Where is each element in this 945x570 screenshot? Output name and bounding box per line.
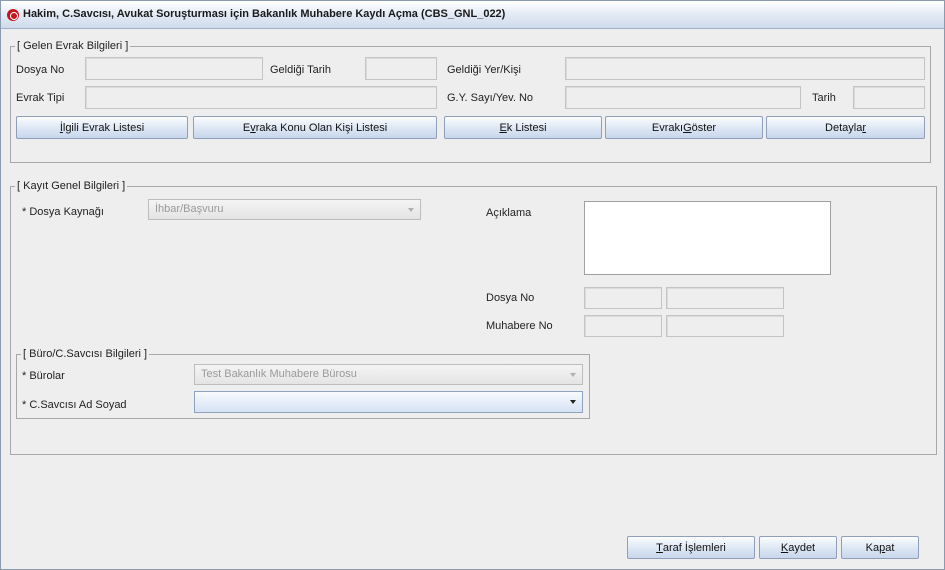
evrak-tipi-label: Evrak Tipi bbox=[16, 92, 65, 104]
tarih-field bbox=[853, 86, 925, 109]
kaydet-button[interactable]: Kaydet bbox=[759, 536, 837, 559]
kisi-listesi-label: raka Konu Olan Kişi Listesi bbox=[255, 121, 388, 134]
burolar-label: * Bürolar bbox=[22, 370, 65, 382]
savci-combo[interactable] bbox=[194, 391, 583, 413]
general-dosya-no-field-1 bbox=[584, 287, 662, 309]
ek-listesi-mnemonic: E bbox=[499, 121, 507, 134]
dosya-kaynagi-value: İhbar/Başvuru bbox=[155, 203, 224, 215]
incoming-document-group-title: [ Gelen Evrak Bilgileri ] bbox=[15, 40, 131, 52]
chevron-down-icon bbox=[408, 208, 414, 212]
muhabere-no-field-2 bbox=[666, 315, 784, 337]
taraf-mnemonic: T bbox=[656, 541, 663, 554]
geldigi-yer-field bbox=[565, 57, 925, 80]
general-dosya-no-field-2 bbox=[666, 287, 784, 309]
dosya-kaynagi-label: * Dosya Kaynağı bbox=[22, 206, 104, 218]
detaylar-label-pre: Detayla bbox=[825, 121, 863, 134]
burolar-combo[interactable]: Test Bakanlık Muhabere Bürosu bbox=[194, 364, 583, 385]
dosya-kaynagi-combo[interactable]: İhbar/Başvuru bbox=[148, 199, 421, 220]
evraki-goster-mnemonic: G bbox=[683, 121, 692, 134]
taraf-islemleri-button[interactable]: Taraf İşlemleri bbox=[627, 536, 755, 559]
kapat-label-pre: Ka bbox=[865, 541, 880, 554]
ilgili-evrak-label: lgili Evrak Listesi bbox=[62, 121, 145, 134]
chevron-down-icon bbox=[570, 400, 576, 404]
muhabere-no-field-1 bbox=[584, 315, 662, 337]
general-dosya-no-label: Dosya No bbox=[486, 292, 535, 304]
ek-listesi-label: k Listesi bbox=[506, 121, 547, 134]
burolar-value: Test Bakanlık Muhabere Bürosu bbox=[201, 368, 357, 380]
tarih-label: Tarih bbox=[812, 92, 836, 104]
evrak-tipi-field bbox=[85, 86, 437, 109]
ek-listesi-button[interactable]: Ek Listesi bbox=[444, 116, 602, 139]
chevron-down-icon bbox=[570, 373, 576, 377]
muhabere-no-label: Muhabere No bbox=[486, 320, 553, 332]
evraki-goster-button[interactable]: Evrakı Göster bbox=[605, 116, 763, 139]
window-title: Hakim, C.Savcısı, Avukat Soruşturması iç… bbox=[23, 8, 506, 20]
kaydet-label: aydet bbox=[788, 541, 816, 554]
kaydet-mnemonic: K bbox=[780, 541, 789, 554]
detaylar-button[interactable]: Detayla r bbox=[766, 116, 925, 139]
kisi-listesi-button[interactable]: Ev raka Konu Olan Kişi Listesi bbox=[193, 116, 437, 139]
evraki-goster-label: öster bbox=[691, 121, 717, 134]
incoming-dosya-no-field bbox=[85, 57, 263, 80]
gy-sayi-label: G.Y. Sayı/Yev. No bbox=[447, 92, 534, 104]
ilgili-evrak-listesi-button[interactable]: İlgili Evrak Listesi bbox=[16, 116, 188, 139]
taraf-label: araf İşlemleri bbox=[662, 541, 726, 554]
kapat-button[interactable]: Ka p at bbox=[841, 536, 919, 559]
kapat-label: at bbox=[885, 541, 895, 554]
general-info-group-title: [ Kayıt Genel Bilgileri ] bbox=[15, 180, 128, 192]
main-window: Hakim, C.Savcısı, Avukat Soruşturması iç… bbox=[0, 0, 945, 570]
incoming-dosya-no-label: Dosya No bbox=[16, 64, 65, 76]
detaylar-mnemonic: r bbox=[862, 121, 866, 134]
savci-label: * C.Savcısı Ad Soyad bbox=[22, 399, 127, 411]
bureau-group-title: [ Büro/C.Savcısı Bilgileri ] bbox=[21, 348, 150, 360]
title-bar: Hakim, C.Savcısı, Avukat Soruşturması iç… bbox=[1, 1, 944, 29]
geldigi-yer-label: Geldiği Yer/Kişi bbox=[447, 64, 521, 76]
geldigi-tarih-label: Geldiği Tarih bbox=[270, 64, 331, 76]
kisi-listesi-label-pre: E bbox=[242, 121, 251, 134]
app-logo-icon bbox=[7, 9, 19, 21]
aciklama-textarea[interactable] bbox=[584, 201, 831, 275]
aciklama-label: Açıklama bbox=[486, 207, 532, 219]
geldigi-tarih-field bbox=[365, 57, 437, 80]
evraki-goster-label-pre: Evrakı bbox=[651, 121, 684, 134]
gy-sayi-field bbox=[565, 86, 801, 109]
